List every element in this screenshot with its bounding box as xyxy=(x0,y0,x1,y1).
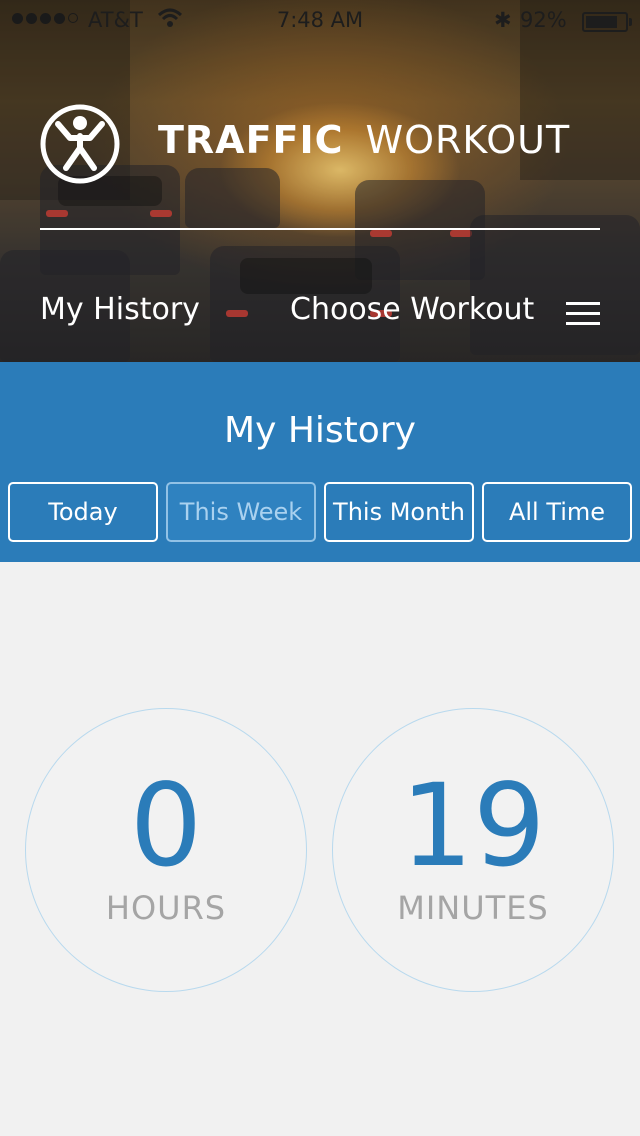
battery-percent: 92% xyxy=(520,8,567,32)
minutes-stat-circle: 19 MINUTES xyxy=(332,708,614,992)
nav-choose-workout[interactable]: Choose Workout xyxy=(290,292,534,327)
minutes-label: MINUTES xyxy=(397,889,549,927)
traffic-workout-logo-icon xyxy=(40,104,120,184)
hours-label: HOURS xyxy=(105,889,227,927)
brand-bold-word: TRAFFIC xyxy=(158,118,344,162)
page-title: My History xyxy=(224,410,416,451)
brand-light-word: WORKOUT xyxy=(365,118,571,162)
app-brand-title: TRAFFIC WORKOUT xyxy=(158,118,570,162)
hamburger-menu-icon[interactable] xyxy=(566,302,600,326)
hours-value: 0 xyxy=(129,759,203,892)
filter-this-month-button[interactable]: This Month xyxy=(324,482,474,542)
minutes-value: 19 xyxy=(400,759,546,892)
bluetooth-icon: ✱ xyxy=(494,8,512,32)
filter-this-week-button[interactable]: This Week xyxy=(166,482,316,542)
filter-all-time-button[interactable]: All Time xyxy=(482,482,632,542)
header-hero: AT&T 7:48 AM ✱ 92% TRAFFIC WORKOUT My His… xyxy=(0,0,640,362)
nav-my-history[interactable]: My History xyxy=(40,292,200,327)
hours-stat-circle: 0 HOURS xyxy=(25,708,307,992)
filter-today-button[interactable]: Today xyxy=(8,482,158,542)
status-bar: AT&T 7:48 AM ✱ 92% xyxy=(0,0,640,40)
header-divider xyxy=(40,228,600,230)
battery-icon xyxy=(582,12,632,32)
